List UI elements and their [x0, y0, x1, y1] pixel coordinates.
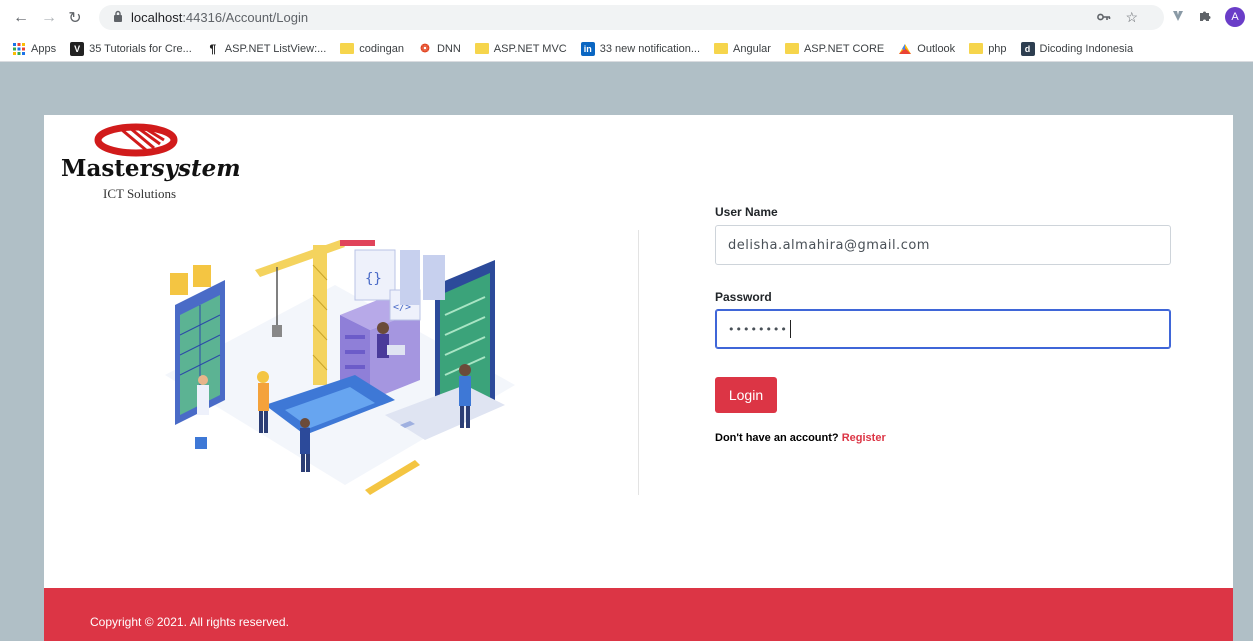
username-label: User Name [715, 205, 778, 219]
browser-actions: ☆ A [1097, 7, 1245, 27]
puzzle-icon[interactable] [1198, 9, 1211, 25]
bookmark-dnn[interactable]: ❂ DNN [418, 42, 461, 56]
reload-icon[interactable]: ↻ [64, 7, 86, 29]
bookmark-label: codingan [359, 42, 404, 55]
url-path: :44316/Account/Login [182, 10, 309, 25]
register-prompt: Don't have an account? Register [715, 432, 886, 444]
login-button[interactable]: Login [715, 377, 777, 413]
page-footer: Copyright © 2021. All rights reserved. [44, 588, 1233, 641]
linkedin-icon: in [580, 41, 595, 56]
bookmark-aspnet-core[interactable]: ASP.NET CORE [784, 42, 885, 56]
bookmark-label: ASP.NET ListView:... [224, 42, 327, 55]
svg-text:{}: {} [365, 271, 382, 287]
folder-icon [474, 42, 489, 56]
bookmark-aspnet-listview[interactable]: ¶ ASP.NET ListView:... [206, 41, 327, 56]
bookmarks-bar: Apps V 35 Tutorials for Cre... ¶ ASP.NET… [0, 36, 1253, 62]
pilcrow-icon: ¶ [209, 41, 217, 56]
vertical-divider [638, 230, 639, 495]
bookmark-label: Dicoding Indonesia [1039, 42, 1134, 55]
dnn-logo-icon: ❂ [420, 43, 430, 55]
lock-icon [113, 10, 123, 25]
brand-tagline: ICT Solutions [103, 186, 177, 201]
register-link[interactable]: Register [842, 432, 886, 444]
bookmark-label: ASP.NET MVC [493, 42, 567, 55]
v-logo-icon: V [70, 41, 85, 56]
vuetify-extension-icon[interactable] [1172, 9, 1184, 25]
back-arrow-icon[interactable]: ← [10, 7, 32, 29]
address-bar[interactable]: localhost:44316/Account/Login [99, 5, 1164, 30]
star-icon[interactable]: ☆ [1125, 9, 1138, 26]
bookmark-35-tutorials[interactable]: V 35 Tutorials for Cre... [70, 41, 192, 56]
bookmark-label: DNN [436, 42, 461, 55]
bookmark-label: Apps [31, 42, 57, 55]
brand-name: Mastersystem [61, 155, 241, 182]
password-value: •••••••• [728, 322, 788, 336]
key-icon[interactable] [1097, 9, 1111, 25]
forward-arrow-icon[interactable]: → [38, 7, 60, 29]
username-value: delisha.almahira@gmail.com [728, 237, 930, 253]
dicoding-icon: d [1020, 41, 1035, 56]
copyright-text: Copyright © 2021. All rights reserved. [90, 615, 289, 629]
url-host: localhost [131, 10, 183, 25]
password-label: Password [715, 290, 772, 304]
browser-toolbar: ← → ↻ localhost:44316/Account/Login ☆ A [0, 0, 1253, 36]
folder-icon [969, 42, 984, 56]
profile-avatar[interactable]: A [1225, 7, 1245, 27]
bookmark-label: 35 Tutorials for Cre... [89, 42, 192, 55]
bookmark-outlook[interactable]: Outlook [898, 42, 955, 56]
folder-icon [714, 42, 729, 56]
folder-icon [340, 42, 355, 56]
password-input[interactable]: •••••••• [715, 309, 1171, 349]
apps-grid-icon [12, 42, 26, 56]
bookmark-codingan[interactable]: codingan [340, 42, 404, 56]
text-caret [789, 320, 791, 338]
bookmark-php[interactable]: php [969, 42, 1007, 56]
bookmark-linkedin[interactable]: in 33 new notification... [580, 41, 701, 56]
folder-icon [784, 42, 799, 56]
outlook-icon [898, 42, 912, 56]
bookmark-aspnet-mvc[interactable]: ASP.NET MVC [474, 42, 567, 56]
bookmark-label: 33 new notification... [599, 42, 701, 55]
construction-illustration: {} </> [165, 240, 515, 495]
username-input[interactable]: delisha.almahira@gmail.com [715, 225, 1171, 265]
bookmark-apps[interactable]: Apps [12, 42, 56, 56]
bookmark-label: php [988, 42, 1007, 55]
bookmark-dicoding[interactable]: d Dicoding Indonesia [1020, 41, 1134, 56]
bookmark-label: Angular [733, 42, 771, 55]
no-account-text: Don't have an account? [715, 432, 839, 444]
bookmark-label: Outlook [917, 42, 956, 55]
bookmark-label: ASP.NET CORE [803, 42, 885, 55]
bookmark-angular[interactable]: Angular [714, 42, 771, 56]
